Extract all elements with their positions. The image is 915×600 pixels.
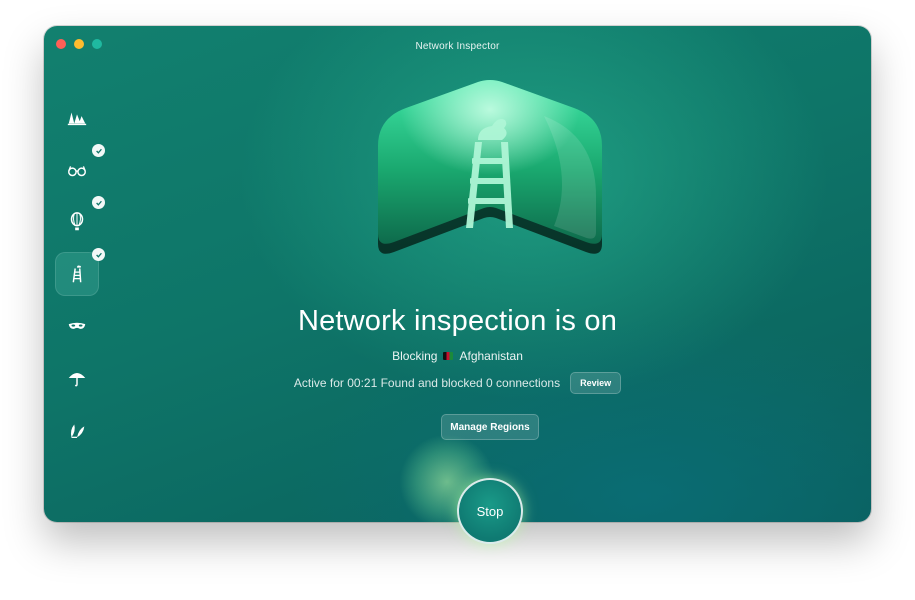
network-inspector-shield-illustration: [374, 76, 606, 268]
activity-status: Active for 00:21 Found and blocked 0 con…: [44, 372, 871, 394]
glasses-icon: [68, 166, 86, 177]
blocking-country: Afghanistan: [459, 349, 523, 363]
completed-check-icon: [92, 196, 105, 209]
afghanistan-flag-icon: [443, 352, 454, 360]
page-title: Network inspection is on: [297, 305, 618, 337]
sidebar-item-leaves[interactable]: [55, 408, 99, 452]
blocking-label: Blocking: [392, 349, 438, 363]
balloon-icon: [70, 212, 84, 231]
review-button[interactable]: Review: [570, 372, 622, 394]
completed-check-icon: [92, 248, 105, 261]
sidebar-item-glasses[interactable]: [55, 144, 105, 192]
leaves-icon: [70, 424, 85, 438]
blocking-status: Blocking Afghanistan: [44, 349, 871, 363]
ships-icon: [67, 112, 87, 126]
sidebar-item-balloon[interactable]: [55, 196, 105, 244]
sidebar-item-network-inspector[interactable]: [55, 248, 105, 296]
ladder-icon: [72, 265, 82, 283]
window-title: Network Inspector: [415, 41, 500, 52]
active-summary-text: Active for 00:21 Found and blocked 0 con…: [293, 376, 561, 390]
shield-icon: [378, 80, 602, 254]
stop-button[interactable]: Stop: [457, 478, 523, 544]
sidebar-item-ships[interactable]: [55, 96, 99, 140]
sidebar: [44, 96, 110, 460]
completed-check-icon: [92, 144, 105, 157]
